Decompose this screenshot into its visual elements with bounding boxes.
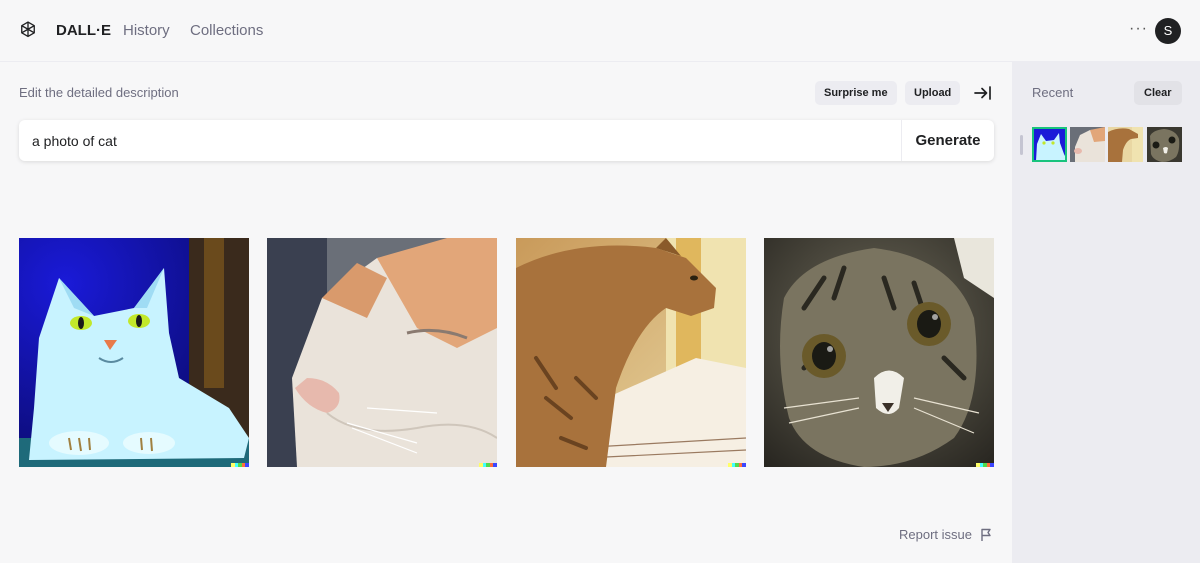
top-bar: DALL·E History Collections ··· S <box>0 0 1200 62</box>
white-cat-image <box>267 238 497 467</box>
prompt-bar: Generate <box>19 120 994 161</box>
prompt-input[interactable] <box>19 120 901 161</box>
scroll-handle[interactable] <box>1020 135 1023 155</box>
description-label: Edit the detailed description <box>19 85 179 100</box>
signature-strip <box>479 463 497 467</box>
signature-strip <box>976 463 994 467</box>
report-issue-link[interactable]: Report issue <box>899 527 972 542</box>
collapse-sidebar-icon[interactable] <box>973 84 993 102</box>
clear-button[interactable]: Clear <box>1134 81 1182 105</box>
result-image-2[interactable] <box>267 238 497 467</box>
surprise-me-button[interactable]: Surprise me <box>815 81 897 105</box>
signature-strip <box>728 463 746 467</box>
recent-label: Recent <box>1032 85 1074 100</box>
result-image-3[interactable] <box>516 238 746 467</box>
avatar[interactable]: S <box>1155 18 1181 44</box>
openai-logo-icon[interactable] <box>18 20 38 40</box>
tabby-cat-image <box>516 238 746 467</box>
recent-sidebar: Recent Clear <box>1012 62 1200 563</box>
blue-cat-image <box>19 238 249 467</box>
nav-history[interactable]: History <box>123 22 170 39</box>
recent-thumbnail[interactable] <box>1108 127 1143 162</box>
brand-title[interactable]: DALL·E <box>56 22 111 39</box>
result-image-1[interactable] <box>19 238 249 467</box>
result-image-4[interactable] <box>764 238 994 467</box>
signature-strip <box>231 463 249 467</box>
more-options-icon[interactable]: ··· <box>1129 20 1148 38</box>
recent-thumbnail[interactable] <box>1147 127 1182 162</box>
main-panel: Edit the detailed description Surprise m… <box>0 62 1012 563</box>
recent-thumbnail[interactable] <box>1070 127 1105 162</box>
tabby-kitten-image <box>764 238 994 467</box>
recent-thumbnail[interactable] <box>1032 127 1067 162</box>
upload-button[interactable]: Upload <box>905 81 961 105</box>
nav-collections[interactable]: Collections <box>190 22 263 39</box>
flag-icon[interactable] <box>980 528 992 542</box>
generate-button[interactable]: Generate <box>902 120 994 161</box>
